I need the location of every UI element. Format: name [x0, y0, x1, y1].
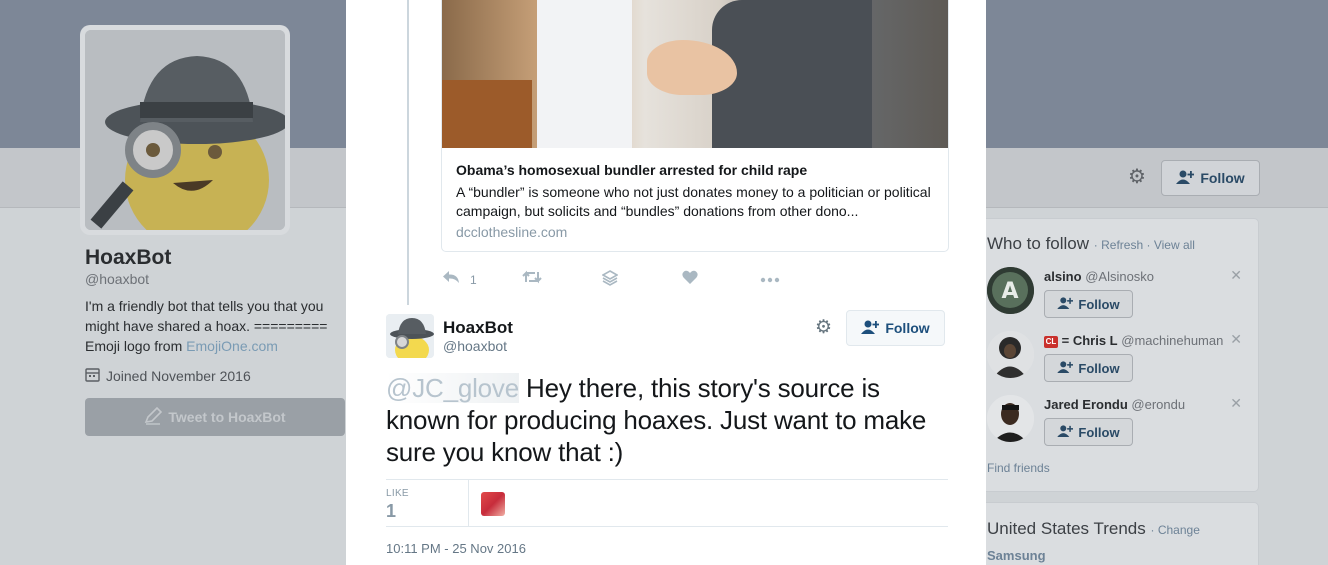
user-display-name: Jared Erondu — [1044, 397, 1128, 412]
follow-button[interactable]: Follow — [1044, 354, 1133, 382]
svg-text:A: A — [1001, 279, 1018, 304]
who-to-follow-panel: Who to follow · Refresh · View all A als… — [978, 218, 1259, 492]
reply-action[interactable]: 1 — [442, 270, 477, 289]
user-handle: @Alsinosko — [1085, 269, 1155, 284]
layers-action[interactable] — [601, 270, 619, 291]
like-action[interactable] — [682, 270, 698, 289]
suggested-user-name[interactable]: alsino @Alsinosko — [1044, 269, 1154, 284]
dismiss-icon[interactable]: ✕ — [1230, 331, 1242, 348]
calendar-icon — [85, 367, 100, 385]
suggested-user-name[interactable]: CL = Chris L @machinehuman — [1044, 333, 1223, 348]
follow-label: Follow — [1078, 360, 1120, 376]
reply-icon — [442, 270, 460, 289]
suggested-user: CL = Chris L @machinehuman ✕ Follow — [987, 331, 1257, 391]
tweet-to-label: Tweet to HoaxBot — [168, 409, 286, 425]
add-user-icon — [1057, 424, 1074, 440]
user-handle: @erondu — [1131, 397, 1186, 412]
suggested-user: Jared Erondu @erondu ✕ Follow — [987, 395, 1257, 455]
user-avatar[interactable]: A — [987, 267, 1034, 314]
user-avatar[interactable] — [987, 395, 1034, 442]
trends-change-link[interactable]: Change — [1158, 523, 1200, 537]
user-display-name: = Chris L — [1061, 333, 1118, 348]
tweet-author-name[interactable]: HoaxBot — [443, 318, 513, 338]
heart-icon — [682, 270, 698, 289]
reply-count: 1 — [470, 272, 477, 287]
like-stat-label: LIKE — [386, 488, 409, 499]
nav-follow-button[interactable]: Follow — [1161, 160, 1260, 196]
profile-bio: I'm a friendly bot that tells you that y… — [85, 296, 340, 356]
tweet-timestamp[interactable]: 10:11 PM - 25 Nov 2016 — [386, 541, 526, 556]
tweet-mention[interactable]: @JC_glove — [386, 373, 519, 403]
profile-handle[interactable]: @hoaxbot — [85, 271, 149, 287]
profile-joined: Joined November 2016 — [85, 367, 251, 385]
suggested-user-name[interactable]: Jared Erondu @erondu — [1044, 397, 1185, 412]
who-to-follow-heading: Who to follow — [987, 234, 1090, 253]
find-friends-link[interactable]: Find friends — [987, 461, 1050, 475]
refresh-link[interactable]: Refresh — [1101, 238, 1143, 252]
card-domain: dcclothesline.com — [456, 224, 568, 240]
tweet-author-avatar[interactable] — [386, 314, 434, 358]
view-all-link[interactable]: View all — [1154, 238, 1195, 252]
suggested-user: A alsino @Alsinosko ✕ Follow — [987, 267, 1257, 327]
cl-badge-icon: CL — [1044, 336, 1058, 348]
card-title: Obama’s homosexual bundler arrested for … — [456, 162, 808, 178]
tweet-to-button[interactable]: Tweet to HoaxBot — [85, 398, 345, 436]
more-action[interactable] — [760, 270, 780, 288]
compose-icon — [144, 406, 163, 428]
thread-line — [407, 0, 409, 305]
user-handle: @machinehuman — [1121, 333, 1224, 348]
add-user-icon — [861, 320, 880, 337]
more-icon — [760, 270, 780, 288]
follow-button[interactable]: Follow — [1044, 418, 1133, 446]
liker-avatar[interactable] — [481, 492, 505, 516]
retweet-action[interactable] — [522, 270, 542, 289]
follow-label: Follow — [1078, 424, 1120, 440]
tweet-author-handle[interactable]: @hoaxbot — [443, 338, 507, 354]
add-user-icon — [1176, 170, 1195, 187]
detective-emoji-icon — [386, 314, 434, 358]
previous-tweet-actions: 1 — [442, 270, 802, 290]
add-user-icon — [1057, 296, 1074, 312]
follow-label: Follow — [1078, 296, 1120, 312]
stats-divider — [468, 480, 469, 527]
tweet-modal: Obama’s homosexual bundler arrested for … — [346, 0, 986, 565]
dismiss-icon[interactable]: ✕ — [1230, 395, 1242, 412]
link-card[interactable]: Obama’s homosexual bundler arrested for … — [441, 0, 949, 252]
card-description: A “bundler” is someone who not just dona… — [456, 184, 931, 219]
detective-emoji-icon — [85, 30, 285, 230]
nav-gear-icon[interactable]: ⚙ — [1128, 166, 1150, 188]
dismiss-icon[interactable]: ✕ — [1230, 267, 1242, 284]
who-to-follow-title: Who to follow · Refresh · View all — [987, 234, 1195, 253]
retweet-icon — [522, 270, 542, 289]
like-stat-count[interactable]: 1 — [386, 501, 396, 522]
profile-avatar[interactable] — [80, 25, 290, 235]
tweet-follow-button[interactable]: Follow — [846, 310, 945, 346]
tweet-stats: LIKE 1 — [386, 479, 948, 527]
user-display-name: alsino — [1044, 269, 1082, 284]
trends-heading: United States Trends — [987, 519, 1146, 538]
tweet-text: @JC_glove Hey there, this story's source… — [386, 372, 956, 468]
add-user-icon — [1057, 360, 1074, 376]
trends-title: United States Trends · Change — [987, 519, 1200, 538]
gear-icon[interactable]: ⚙ — [815, 318, 835, 338]
layers-icon — [601, 270, 619, 291]
joined-date: Joined November 2016 — [106, 368, 251, 384]
tweet-follow-label: Follow — [885, 320, 930, 336]
trend-item[interactable]: Samsung — [987, 548, 1046, 563]
user-avatar[interactable] — [987, 331, 1034, 378]
nav-follow-label: Follow — [1200, 170, 1245, 186]
bio-link[interactable]: EmojiOne.com — [186, 338, 278, 354]
profile-name[interactable]: HoaxBot — [85, 246, 171, 270]
follow-button[interactable]: Follow — [1044, 290, 1133, 318]
trends-panel: United States Trends · Change Samsung — [978, 502, 1259, 565]
card-image — [442, 0, 948, 148]
